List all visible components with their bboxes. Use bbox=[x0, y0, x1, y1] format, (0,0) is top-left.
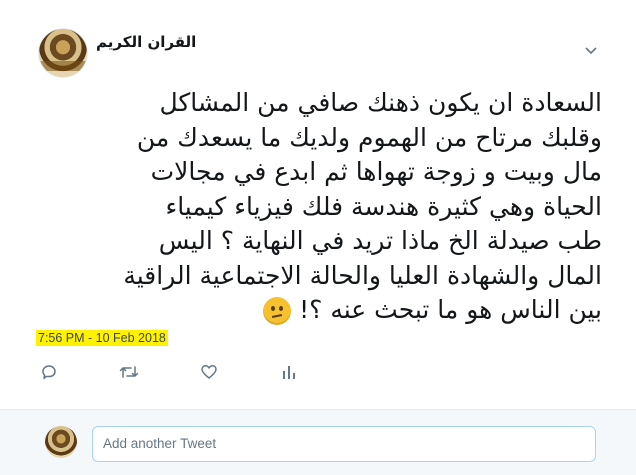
tweet-timestamp[interactable]: 7:56 PM - 10 Feb 2018 bbox=[36, 330, 168, 346]
confused-face-icon bbox=[263, 297, 292, 325]
tweet-actions bbox=[0, 360, 636, 384]
tweet-text-content: السعادة ان يكون ذهنك صافي من المشاكل وقل… bbox=[123, 88, 602, 324]
analytics-icon[interactable] bbox=[277, 360, 301, 384]
author-avatar[interactable] bbox=[38, 28, 88, 78]
author-name[interactable]: القران الكريم bbox=[96, 33, 196, 51]
user-avatar bbox=[45, 426, 77, 458]
retweet-icon[interactable] bbox=[117, 360, 141, 384]
tweet-card: القران الكريم السعادة ان يكون ذهنك صافي … bbox=[0, 0, 636, 410]
heart-icon[interactable] bbox=[197, 360, 221, 384]
tweet-text: السعادة ان يكون ذهنك صافي من المشاكل وقل… bbox=[36, 86, 602, 328]
add-tweet-input[interactable]: Add another Tweet bbox=[92, 426, 596, 462]
chevron-down-icon[interactable] bbox=[582, 42, 600, 60]
reply-icon[interactable] bbox=[37, 360, 61, 384]
